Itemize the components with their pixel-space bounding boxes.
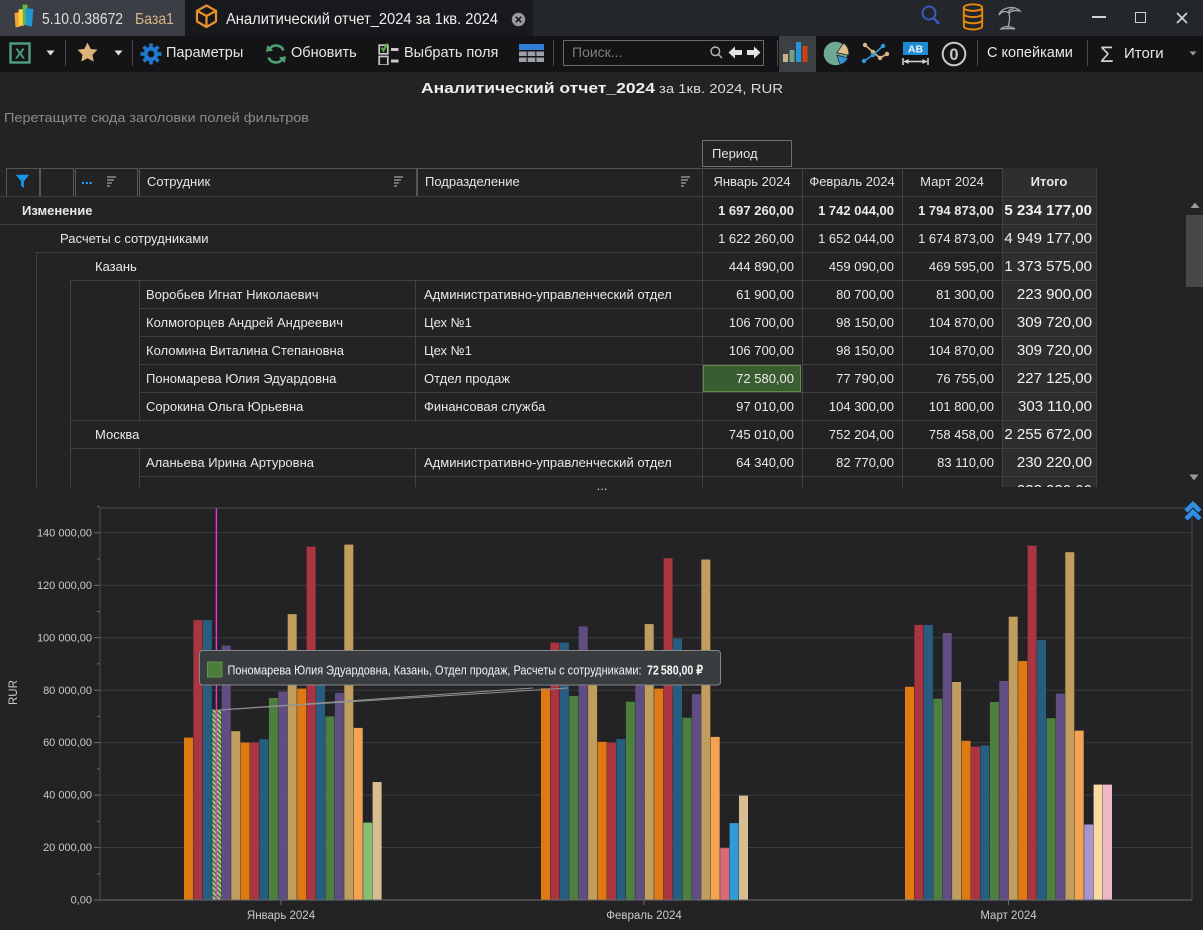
svg-text:20 000,00: 20 000,00 [43,842,92,854]
svg-text:Аналитический отчет_2024 за 1к: Аналитический отчет_2024 за 1кв. 2024 [226,11,498,28]
svg-text:X: X [15,46,25,63]
svg-text:Аналитический отчет_2024: Аналитический отчет_2024 [421,80,656,97]
svg-text:База1: База1 [135,11,174,28]
svg-text:80 000,00: 80 000,00 [43,685,92,697]
svg-text:за 1кв. 2024, RUR: за 1кв. 2024, RUR [659,81,783,96]
svg-text:Пономарева Юлия Эдуардовна, Ка: Пономарева Юлия Эдуардовна, Казань, Отде… [228,663,642,678]
svg-text:60 000,00: 60 000,00 [43,737,92,749]
svg-text:Март 2024: Март 2024 [980,910,1037,922]
svg-text:40 000,00: 40 000,00 [43,790,92,802]
svg-text:120 000,00: 120 000,00 [37,580,92,592]
svg-text:140 000,00: 140 000,00 [37,527,92,539]
svg-text:72 580,00 ₽: 72 580,00 ₽ [647,663,704,678]
svg-text:0,00: 0,00 [71,895,92,907]
svg-text:Январь 2024: Январь 2024 [247,910,316,922]
svg-text:0: 0 [949,46,958,64]
svg-text:Февраль 2024: Февраль 2024 [606,910,682,922]
svg-text:AB: AB [908,44,924,56]
svg-text:100 000,00: 100 000,00 [37,632,92,644]
svg-text:Перетащите сюда заголовки поле: Перетащите сюда заголовки полей фильтров [4,111,309,125]
svg-text:5.10.0.38672: 5.10.0.38672 [42,11,123,28]
svg-text:RUR: RUR [8,680,20,705]
